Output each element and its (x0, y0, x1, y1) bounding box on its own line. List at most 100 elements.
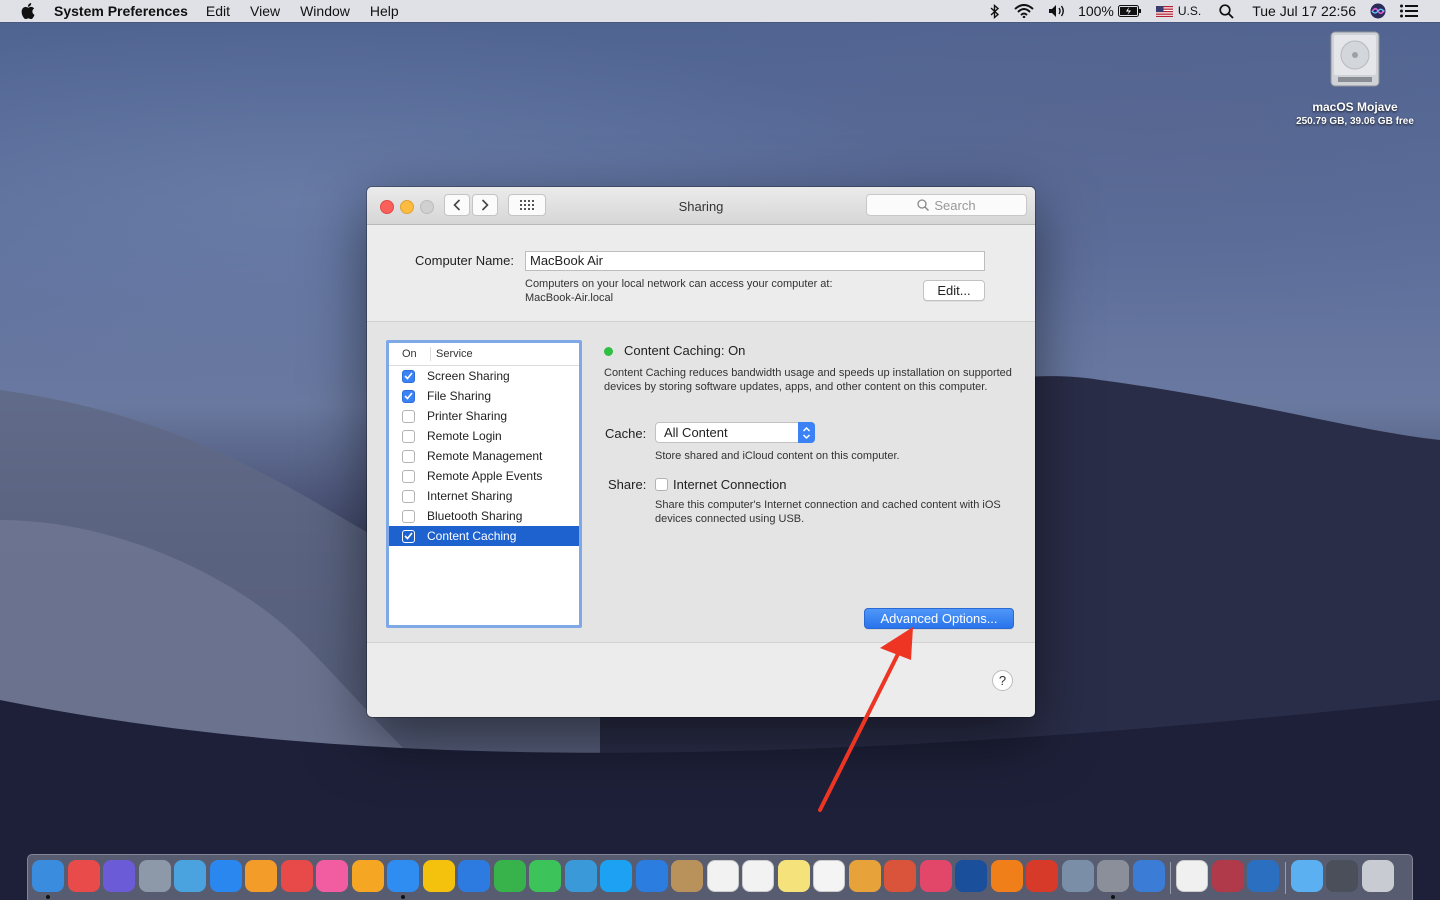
trash-icon[interactable] (1361, 860, 1394, 892)
service-row[interactable]: Internet Sharing (389, 486, 579, 506)
skype-icon[interactable] (458, 860, 490, 892)
nordvpn-icon[interactable] (1132, 860, 1165, 892)
app-store-icon[interactable] (209, 860, 242, 892)
siri-icon[interactable] (103, 860, 135, 892)
service-label: File Sharing (427, 389, 492, 403)
screenshot-icon[interactable] (1326, 860, 1358, 892)
volume-icon[interactable] (1048, 4, 1066, 18)
service-row[interactable]: Remote Login (389, 426, 579, 446)
notes-icon[interactable] (777, 860, 810, 892)
news-icon[interactable] (280, 860, 313, 892)
service-status: Content Caching: On (624, 343, 746, 358)
search-placeholder: Search (934, 197, 976, 213)
service-list[interactable]: On Service Screen Sharing File Sharing Pri… (386, 340, 582, 628)
vlc-icon[interactable] (990, 860, 1023, 892)
menu-window[interactable]: Window (300, 3, 350, 19)
bluetooth-icon[interactable] (990, 3, 1000, 19)
running-indicator (401, 895, 405, 899)
books-icon[interactable] (245, 860, 277, 892)
service-checkbox[interactable] (402, 429, 415, 443)
service-row[interactable]: File Sharing (389, 386, 579, 406)
battery-icon[interactable] (1117, 5, 1142, 17)
notebook-icon[interactable] (671, 860, 703, 892)
launchpad-icon[interactable] (138, 860, 171, 892)
testflight-icon[interactable] (635, 860, 668, 892)
us-flag-icon[interactable] (1155, 5, 1173, 17)
service-row[interactable]: Remote Management (389, 446, 579, 466)
image-editor-icon[interactable] (848, 860, 881, 892)
chrome-icon[interactable] (422, 860, 455, 892)
menu-app-name[interactable]: System Preferences (54, 3, 188, 19)
service-checkbox[interactable] (402, 449, 415, 463)
pixelmator-icon[interactable] (884, 860, 916, 892)
column-service-header[interactable]: Service (431, 348, 473, 360)
airmail-icon[interactable] (919, 860, 952, 892)
popup-stepper-icon (798, 422, 815, 443)
quicktime-icon[interactable] (1247, 860, 1279, 892)
photo-collage-icon[interactable] (1211, 860, 1244, 892)
share-note: Share this computer's Internet connectio… (655, 499, 1001, 525)
column-on-header[interactable]: On (389, 347, 431, 361)
service-checkbox[interactable] (402, 409, 415, 423)
internet-connection-checkbox[interactable] (655, 478, 668, 491)
menubar-clock[interactable]: Tue Jul 17 22:56 (1252, 3, 1356, 19)
pdf-icon[interactable] (1026, 860, 1058, 892)
apple-menu-icon[interactable] (20, 3, 36, 19)
drive-name: macOS Mojave (1312, 100, 1398, 114)
service-checkbox[interactable] (402, 529, 415, 543)
tweetbot-icon[interactable] (564, 860, 597, 892)
computer-name-description: Computers on your local network can acce… (525, 277, 833, 305)
advanced-options-button[interactable]: Advanced Options... (864, 608, 1014, 629)
notification-center-icon[interactable] (1400, 4, 1418, 18)
menu-help[interactable]: Help (370, 3, 399, 19)
service-checkbox[interactable] (402, 489, 415, 503)
input-source-label[interactable]: U.S. (1178, 4, 1201, 18)
calendar-2-icon[interactable] (742, 860, 774, 892)
edit-button[interactable]: Edit... (923, 280, 985, 301)
photos-icon[interactable] (351, 860, 384, 892)
facetime-icon[interactable] (529, 860, 561, 892)
siri-icon[interactable] (1370, 3, 1386, 19)
battery-percent[interactable]: 100% (1078, 3, 1114, 19)
photo-booth-icon[interactable] (67, 860, 100, 892)
system-info-icon[interactable] (1061, 860, 1094, 892)
service-row[interactable]: Remote Apple Events (389, 466, 579, 486)
itunes-icon[interactable] (316, 860, 348, 892)
reminders-icon[interactable] (813, 860, 845, 892)
service-checkbox[interactable] (402, 389, 415, 403)
service-row[interactable]: Printer Sharing (389, 406, 579, 426)
computer-name-desc-line1: Computers on your local network can acce… (525, 278, 833, 290)
downloads-folder-icon[interactable] (1290, 860, 1323, 892)
search-icon (917, 199, 930, 211)
preview-icon[interactable] (174, 860, 206, 892)
computer-name-field[interactable]: MacBook Air (525, 251, 985, 271)
cache-select[interactable]: All Content (655, 422, 815, 443)
messages-icon[interactable] (493, 860, 526, 892)
internet-connection-label[interactable]: Internet Connection (673, 477, 786, 492)
service-checkbox[interactable] (402, 369, 415, 383)
safari-icon[interactable] (387, 860, 419, 892)
wifi-icon[interactable] (1014, 4, 1034, 18)
spotlight-search-icon[interactable] (1219, 3, 1234, 19)
service-label: Content Caching (427, 529, 517, 543)
system-preferences-icon[interactable] (1097, 860, 1129, 892)
service-row[interactable]: Bluetooth Sharing (389, 506, 579, 526)
calendar-icon[interactable] (706, 860, 739, 892)
desktop-drive[interactable]: macOS Mojave 250.79 GB, 39.06 GB free (1280, 30, 1430, 127)
menu-edit[interactable]: Edit (206, 3, 230, 19)
help-button[interactable]: ? (992, 670, 1013, 691)
title-bar[interactable]: Sharing Search (367, 187, 1035, 225)
service-row[interactable]: Content Caching (389, 526, 579, 546)
service-checkbox[interactable] (402, 469, 415, 483)
service-checkbox[interactable] (402, 509, 415, 523)
search-field[interactable]: Search (866, 194, 1027, 216)
menu-view[interactable]: View (250, 3, 280, 19)
textedit-icon[interactable] (1176, 860, 1208, 892)
1password-icon[interactable] (955, 860, 987, 892)
hard-drive-icon[interactable] (1328, 30, 1382, 88)
twitter-icon[interactable] (600, 860, 632, 892)
drive-info: 250.79 GB, 39.06 GB free (1296, 116, 1414, 127)
service-label: Remote Management (427, 449, 543, 463)
service-row[interactable]: Screen Sharing (389, 366, 579, 386)
finder-icon[interactable] (32, 860, 64, 892)
